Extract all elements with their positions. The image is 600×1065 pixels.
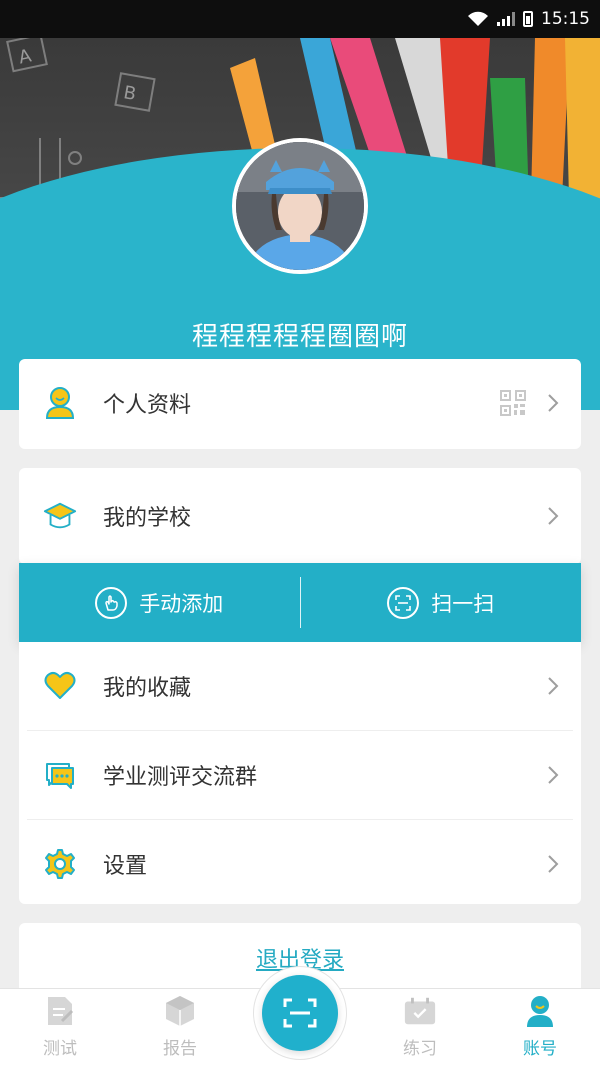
school-card: 我的学校 (19, 468, 581, 564)
chevron-right-icon (548, 677, 559, 695)
test-icon (43, 994, 77, 1028)
chat-icon (43, 758, 77, 792)
menu-item-label: 设置 (103, 854, 148, 879)
profile-header: A B 程程程程程圈圈啊 (0, 38, 600, 410)
signal-icon (497, 12, 515, 26)
menu-item-label: 我的学校 (103, 506, 192, 531)
tab-test[interactable]: 测试 (0, 989, 120, 1065)
menu-item-my-school[interactable]: 我的学校 (19, 468, 581, 564)
manual-add-button[interactable]: 手动添加 (19, 563, 300, 642)
tab-label: 报告 (163, 1039, 197, 1059)
username: 程程程程程圈圈啊 (191, 322, 408, 352)
scan-icon (387, 586, 420, 619)
tab-report[interactable]: 报告 (120, 989, 240, 1065)
scan-icon (283, 998, 317, 1028)
tab-label: 测试 (43, 1039, 77, 1059)
status-time: 15:15 (541, 9, 590, 29)
menu-item-label: 个人资料 (103, 393, 192, 418)
hand-tap-icon (95, 586, 128, 619)
chevron-right-icon (548, 394, 559, 412)
scan-fab-button[interactable] (262, 975, 338, 1051)
report-icon (163, 994, 197, 1028)
tab-account[interactable]: 账号 (480, 989, 600, 1065)
chevron-right-icon (548, 766, 559, 784)
account-icon (523, 994, 557, 1028)
menu-card: 我的收藏 学业测评交流群 设置 (19, 642, 581, 904)
chevron-right-icon (548, 507, 559, 525)
battery-icon (523, 11, 533, 27)
avatar[interactable] (232, 138, 368, 274)
profile-card: 个人资料 (19, 359, 581, 449)
tab-practice[interactable]: 练习 (360, 989, 480, 1065)
graduation-cap-icon (43, 499, 77, 533)
tab-label: 练习 (403, 1039, 437, 1059)
menu-item-discussion-group[interactable]: 学业测评交流群 (19, 731, 581, 819)
svg-text:B: B (122, 82, 138, 105)
tab-label: 账号 (523, 1039, 557, 1059)
manual-add-label: 手动添加 (139, 591, 224, 616)
wifi-icon (468, 11, 488, 26)
heart-icon (43, 669, 77, 703)
menu-item-settings[interactable]: 设置 (19, 820, 581, 908)
user-icon (43, 386, 77, 420)
menu-item-label: 学业测评交流群 (103, 765, 258, 790)
scan-button[interactable]: 扫一扫 (301, 563, 582, 642)
svg-text:A: A (17, 45, 34, 68)
menu-item-label: 我的收藏 (103, 676, 192, 701)
gear-icon (43, 847, 77, 881)
school-action-bar: 手动添加 扫一扫 (19, 563, 581, 642)
scan-label: 扫一扫 (431, 591, 495, 616)
status-bar: 15:15 (0, 0, 600, 38)
chevron-right-icon (548, 855, 559, 873)
menu-item-personal-info[interactable]: 个人资料 (19, 359, 581, 447)
menu-item-favorites[interactable]: 我的收藏 (19, 642, 581, 730)
qr-code-icon[interactable] (499, 389, 527, 417)
practice-icon (403, 994, 437, 1028)
